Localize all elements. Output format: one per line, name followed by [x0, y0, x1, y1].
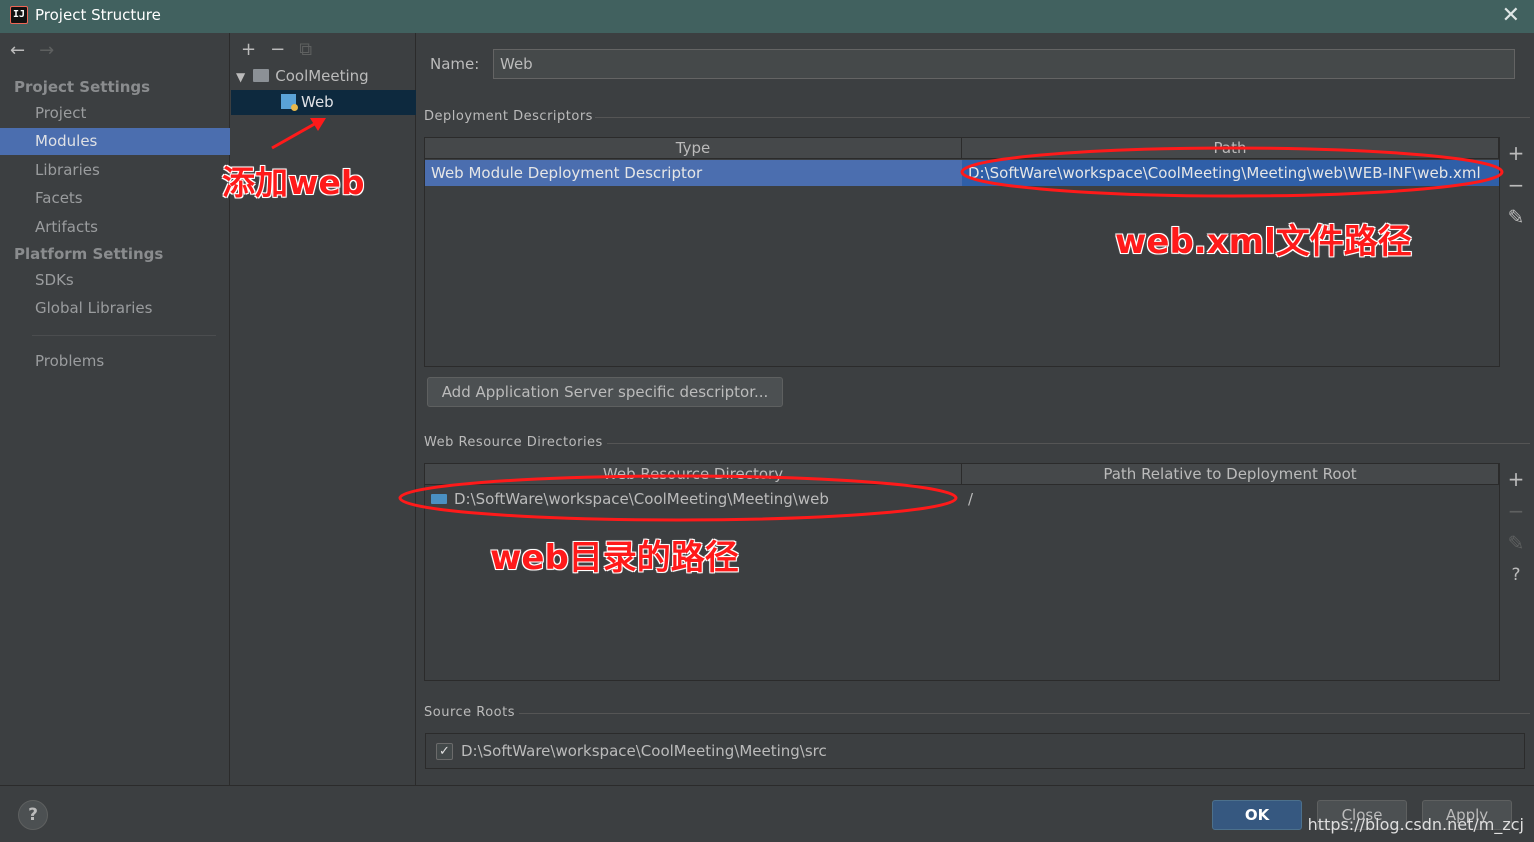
- name-label: Name:: [430, 55, 480, 73]
- tree-node-web[interactable]: Web: [231, 90, 416, 115]
- source-roots-title: Source Roots: [424, 705, 516, 720]
- settings-sidebar: ← → Project Settings Project Modules Libr…: [0, 33, 230, 785]
- back-arrow-icon[interactable]: ←: [10, 40, 25, 61]
- relative-path-cell: /: [968, 490, 974, 508]
- name-input[interactable]: [493, 49, 1515, 79]
- sidebar-item-problems[interactable]: Problems: [0, 348, 230, 375]
- tree-node-label: CoolMeeting: [275, 67, 369, 85]
- intellij-app-icon: IJ: [10, 6, 28, 24]
- sidebar-item-libraries[interactable]: Libraries: [0, 157, 230, 184]
- edit-resource-icon[interactable]: ✎: [1505, 527, 1527, 559]
- table-row[interactable]: Web Module Deployment Descriptor D:\Soft…: [425, 160, 1499, 186]
- copy-icon[interactable]: ⧉: [299, 39, 312, 60]
- descriptor-type-cell: Web Module Deployment Descriptor: [425, 160, 962, 186]
- sidebar-item-project[interactable]: Project: [0, 100, 230, 127]
- watermark: https://blog.csdn.net/m_zcj: [1307, 815, 1524, 834]
- deployment-descriptors-title: Deployment Descriptors: [424, 109, 593, 124]
- remove-descriptor-icon[interactable]: −: [1505, 169, 1527, 201]
- expand-arrow-icon[interactable]: ▼: [236, 70, 245, 84]
- source-root-path: D:\SoftWare\workspace\CoolMeeting\Meetin…: [461, 742, 827, 760]
- sidebar-item-global-libraries[interactable]: Global Libraries: [0, 295, 230, 322]
- group-separator: [595, 117, 1530, 118]
- web-resource-directories-title: Web Resource Directories: [424, 435, 603, 450]
- column-header-type[interactable]: Type: [425, 138, 962, 159]
- sidebar-divider: [32, 335, 216, 336]
- column-header-relative-path[interactable]: Path Relative to Deployment Root: [962, 464, 1499, 485]
- sidebar-item-artifacts[interactable]: Artifacts: [0, 214, 230, 241]
- remove-resource-icon[interactable]: −: [1505, 495, 1527, 527]
- window-title: Project Structure: [35, 6, 161, 24]
- edit-descriptor-icon[interactable]: ✎: [1505, 201, 1527, 233]
- column-header-path[interactable]: Path: [962, 138, 1499, 159]
- sidebar-item-facets[interactable]: Facets: [0, 185, 230, 212]
- group-separator: [607, 443, 1530, 444]
- add-server-descriptor-button[interactable]: Add Application Server specific descript…: [427, 377, 783, 407]
- resource-dir-text: D:\SoftWare\workspace\CoolMeeting\Meetin…: [454, 490, 829, 508]
- module-folder-icon: [253, 69, 270, 82]
- sidebar-item-sdks[interactable]: SDKs: [0, 267, 230, 294]
- web-facet-icon: [281, 94, 298, 111]
- annotation-add-web: 添加web: [222, 163, 365, 202]
- remove-icon[interactable]: −: [270, 39, 285, 60]
- descriptor-path-cell: D:\SoftWare\workspace\CoolMeeting\Meetin…: [962, 160, 1499, 186]
- project-settings-heading: Project Settings: [14, 78, 151, 96]
- help-icon[interactable]: ?: [1505, 559, 1527, 591]
- annotation-web-xml-path: web.xml文件路径: [1115, 222, 1412, 262]
- nav-arrows: ← →: [10, 40, 68, 61]
- resource-side-toolbar: + − ✎ ?: [1505, 463, 1527, 591]
- tree-node-label: Web: [301, 93, 334, 111]
- window-titlebar: IJ Project Structure ✕: [0, 0, 1534, 33]
- table-row[interactable]: D:\SoftWare\workspace\CoolMeeting\Meetin…: [425, 486, 1499, 512]
- facet-settings-panel: Name: Deployment Descriptors Type Path W…: [417, 33, 1534, 785]
- forward-arrow-icon[interactable]: →: [39, 40, 54, 61]
- group-separator: [519, 713, 1530, 714]
- help-button[interactable]: ?: [18, 800, 48, 830]
- column-header-directory[interactable]: Web Resource Directory: [425, 464, 962, 485]
- add-icon[interactable]: +: [241, 39, 256, 60]
- tree-node-coolmeeting[interactable]: ▼ CoolMeeting: [231, 64, 416, 89]
- add-resource-icon[interactable]: +: [1505, 463, 1527, 495]
- tree-toolbar: + − ⧉: [241, 39, 326, 60]
- descriptor-side-toolbar: + − ✎: [1505, 137, 1527, 233]
- close-window-icon[interactable]: ✕: [1502, 3, 1520, 28]
- dialog-footer: ? OK Close Apply: [0, 785, 1534, 842]
- source-root-checkbox[interactable]: ✓: [436, 743, 453, 760]
- annotation-web-dir-path: web目录的路径: [490, 538, 739, 578]
- web-folder-icon: [431, 494, 447, 504]
- ok-button[interactable]: OK: [1212, 800, 1302, 830]
- add-descriptor-icon[interactable]: +: [1505, 137, 1527, 169]
- source-root-row: ✓ D:\SoftWare\workspace\CoolMeeting\Meet…: [425, 733, 1525, 769]
- module-tree-panel: + − ⧉ ▼ CoolMeeting Web: [231, 33, 416, 785]
- resource-dir-cell: D:\SoftWare\workspace\CoolMeeting\Meetin…: [425, 486, 962, 512]
- platform-settings-heading: Platform Settings: [14, 245, 164, 263]
- sidebar-item-modules[interactable]: Modules: [0, 128, 230, 155]
